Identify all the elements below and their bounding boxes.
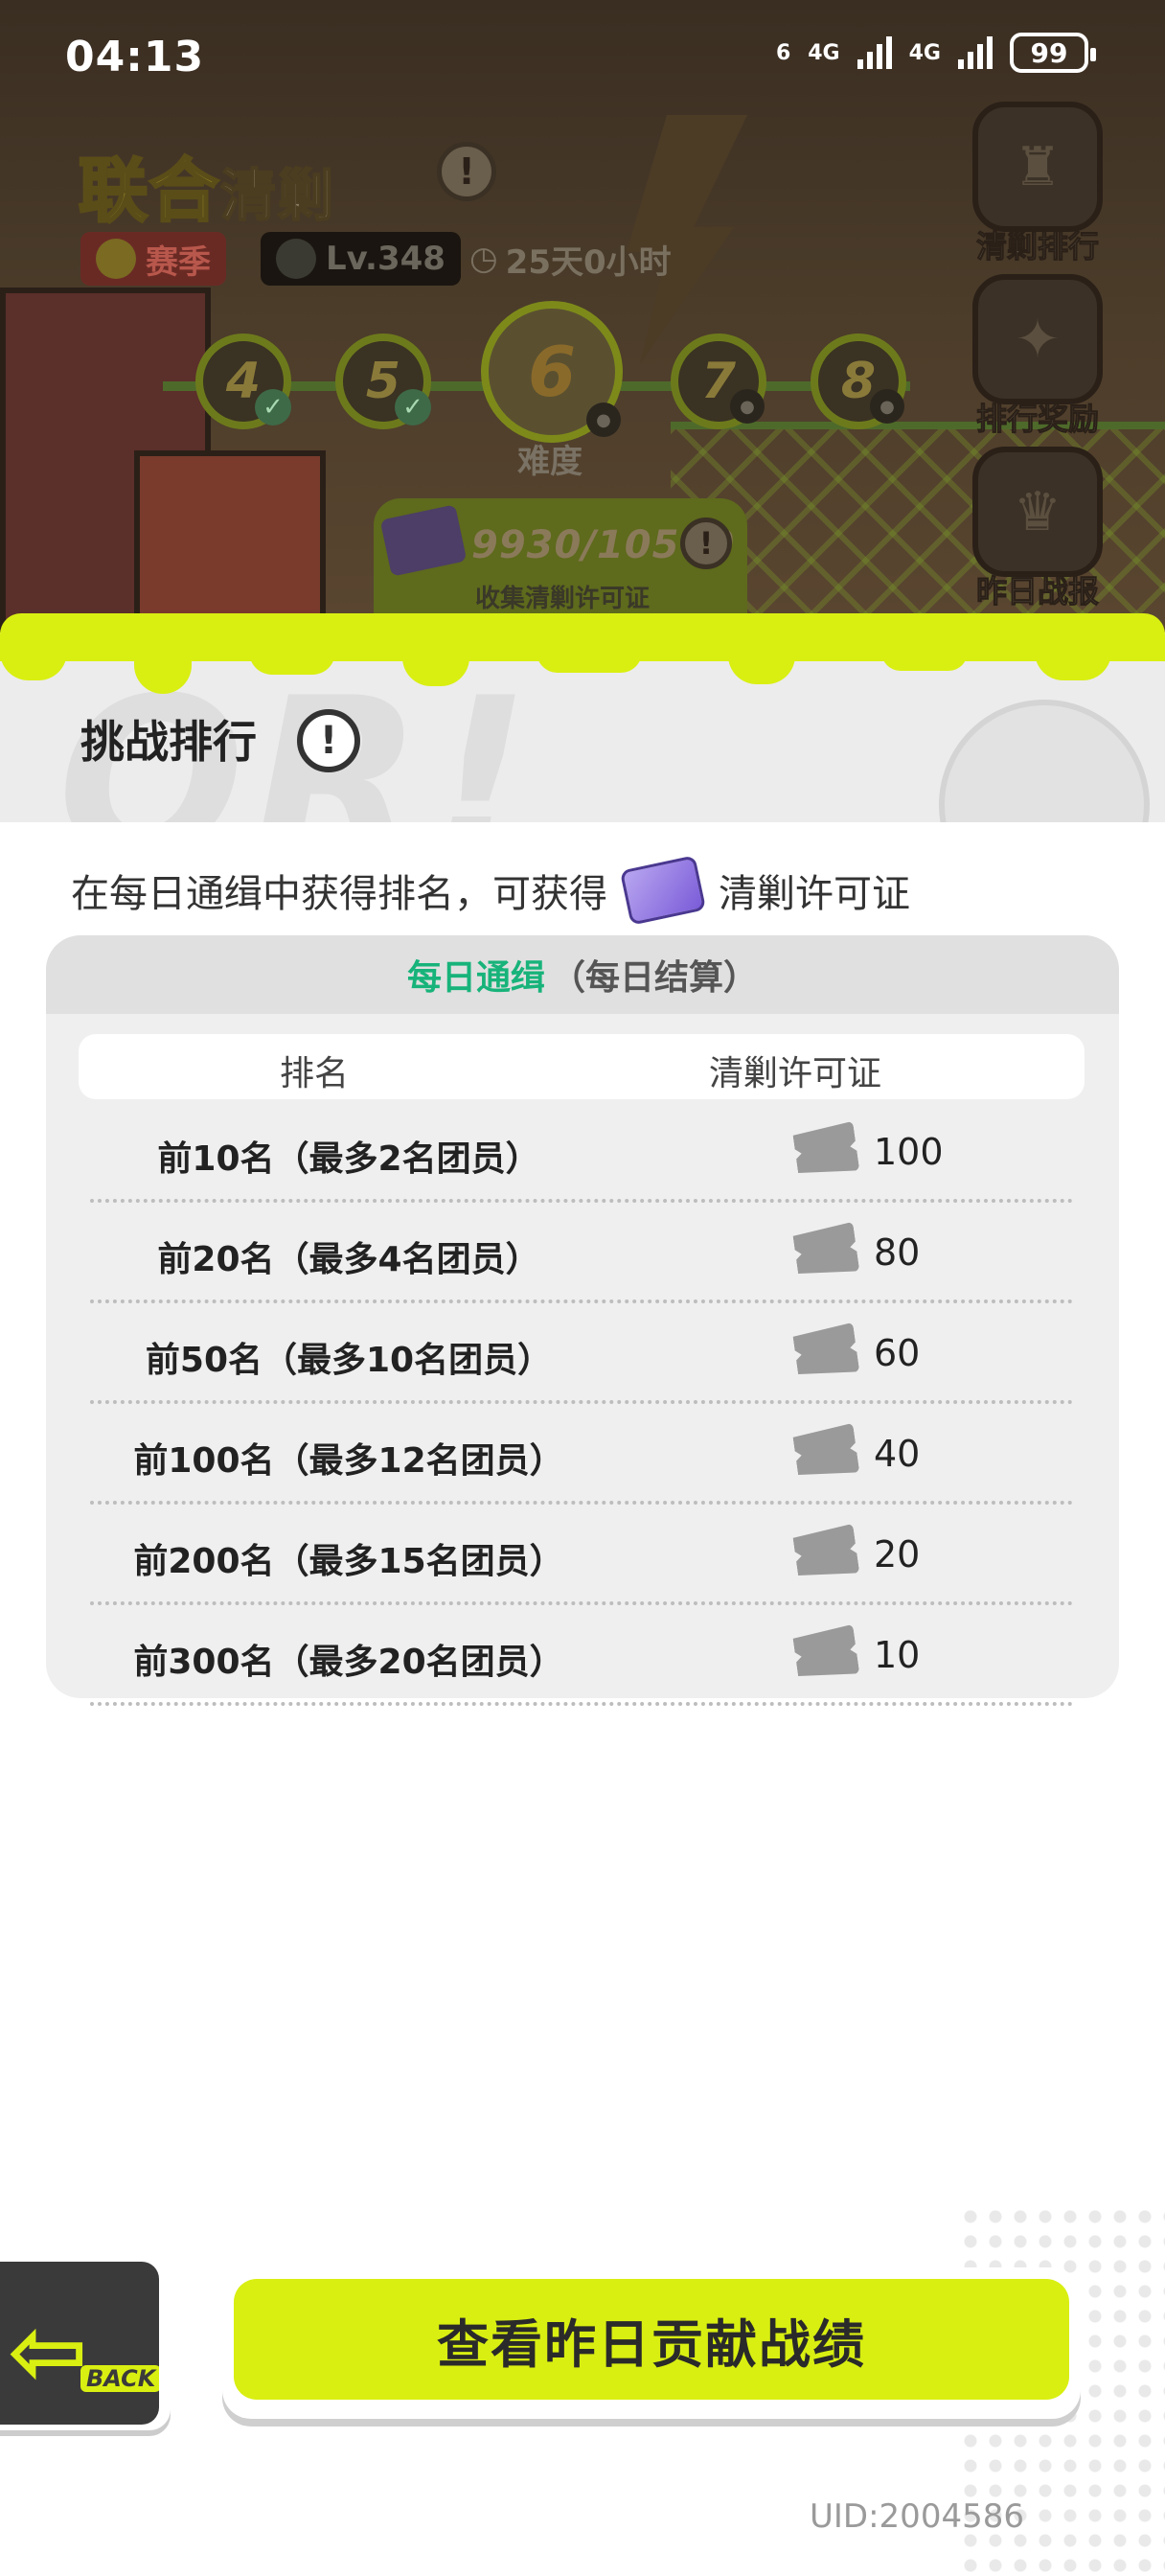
table-row: 前50名（最多10名团员） 60 (90, 1303, 1073, 1404)
battery-icon: 99 (1010, 33, 1096, 73)
signal-4g-label: 4G (908, 40, 941, 65)
table-row: 前100名（最多12名团员） 40 (90, 1404, 1073, 1505)
gift-icon: ✦ (972, 274, 1103, 404)
ticket-icon (792, 1121, 860, 1179)
flame-icon: ♛ (972, 447, 1103, 577)
card-title: 每日通缉 (406, 958, 545, 998)
season-chip[interactable]: 赛季 (80, 232, 226, 286)
back-button[interactable]: ⇦ BACK (0, 2252, 171, 2430)
ticket-caption: 收集清剿许可证 (475, 585, 651, 613)
background-building (134, 450, 326, 632)
signal-bars-icon (958, 36, 993, 69)
table-bottom-divider (90, 1702, 1073, 1706)
ticket-icon (792, 1423, 860, 1481)
difficulty-label: 难度 (517, 443, 582, 481)
reward-table-card: 每日通缉 （每日结算） 排名 清剿许可证 前10名（最多2名团员） 100 前2… (46, 935, 1119, 1698)
back-arrow-icon: ⇦ (8, 2295, 88, 2407)
difficulty-7[interactable]: 7 (671, 334, 766, 429)
permit-ticket-icon (619, 855, 707, 926)
event-title-main: 联合 (77, 150, 221, 233)
character-illustration (939, 700, 1150, 822)
column-reward: 清剿许可证 (709, 1054, 882, 1093)
remaining-time: ◷ 25天0小时 (469, 240, 672, 282)
difficulty-4[interactable]: 4 (195, 334, 291, 429)
wifi-icon: 6 (775, 40, 791, 65)
event-title-sub: 清剿 (219, 162, 336, 229)
event-info-icon[interactable]: ! (437, 142, 496, 201)
slime-drips (0, 652, 1165, 694)
side-button-rewards[interactable]: ✦ 排行奖励 (966, 274, 1109, 439)
clock-icon: ◷ (469, 240, 498, 278)
ticket-icon (792, 1222, 860, 1279)
difficulty-5[interactable]: 5 (335, 334, 431, 429)
view-yesterday-contribution-button[interactable]: 查看昨日贡献战绩 (222, 2267, 1081, 2419)
difficulty-6[interactable]: 6 (481, 301, 623, 443)
card-subtitle: （每日结算） (551, 958, 759, 998)
side-button-report[interactable]: ♛ 昨日战报 (966, 447, 1109, 611)
section-info-icon[interactable]: ! (297, 709, 360, 772)
column-rank: 排名 (280, 1054, 350, 1093)
table-row: 前300名（最多20名团员） 10 (90, 1605, 1073, 1698)
signal-4g-label: 4G (808, 40, 840, 65)
game-background: 04:13 6 4G 4G 99 联合清剿 ! 赛季 Lv.348 ◷ 25天0小… (0, 0, 1165, 632)
table-row: 前20名（最多4名团员） 80 (90, 1203, 1073, 1303)
table-row: 前200名（最多15名团员） 20 (90, 1505, 1073, 1605)
event-title: 联合清剿 (77, 134, 336, 235)
ticket-icon (792, 1322, 860, 1380)
trophy-icon: ♜ (972, 102, 1103, 232)
side-button-ranking[interactable]: ♜ 清剿排行 (966, 102, 1109, 266)
level-icon (276, 239, 316, 279)
user-id: UID:2004586 (810, 2497, 1024, 2536)
difficulty-8[interactable]: 8 (811, 334, 906, 429)
table-header: 排名 清剿许可证 (79, 1034, 1085, 1099)
intro-text: 在每日通缉中获得排名，可获得 清剿许可证 (71, 855, 910, 926)
clock: 04:13 (65, 33, 205, 81)
ticket-icon (792, 1624, 860, 1682)
card-header: 每日通缉 （每日结算） (46, 935, 1119, 1014)
season-icon (96, 239, 136, 279)
section-title: 挑战排行 (80, 716, 257, 768)
ticket-icon (792, 1524, 860, 1581)
signal-bars-icon (857, 36, 892, 69)
status-bar: 04:13 6 4G 4G 99 (0, 0, 1165, 115)
ticket-info-icon[interactable]: ! (680, 518, 732, 569)
table-row: 前10名（最多2名团员） 100 (90, 1102, 1073, 1203)
level-chip: Lv.348 (261, 232, 461, 286)
